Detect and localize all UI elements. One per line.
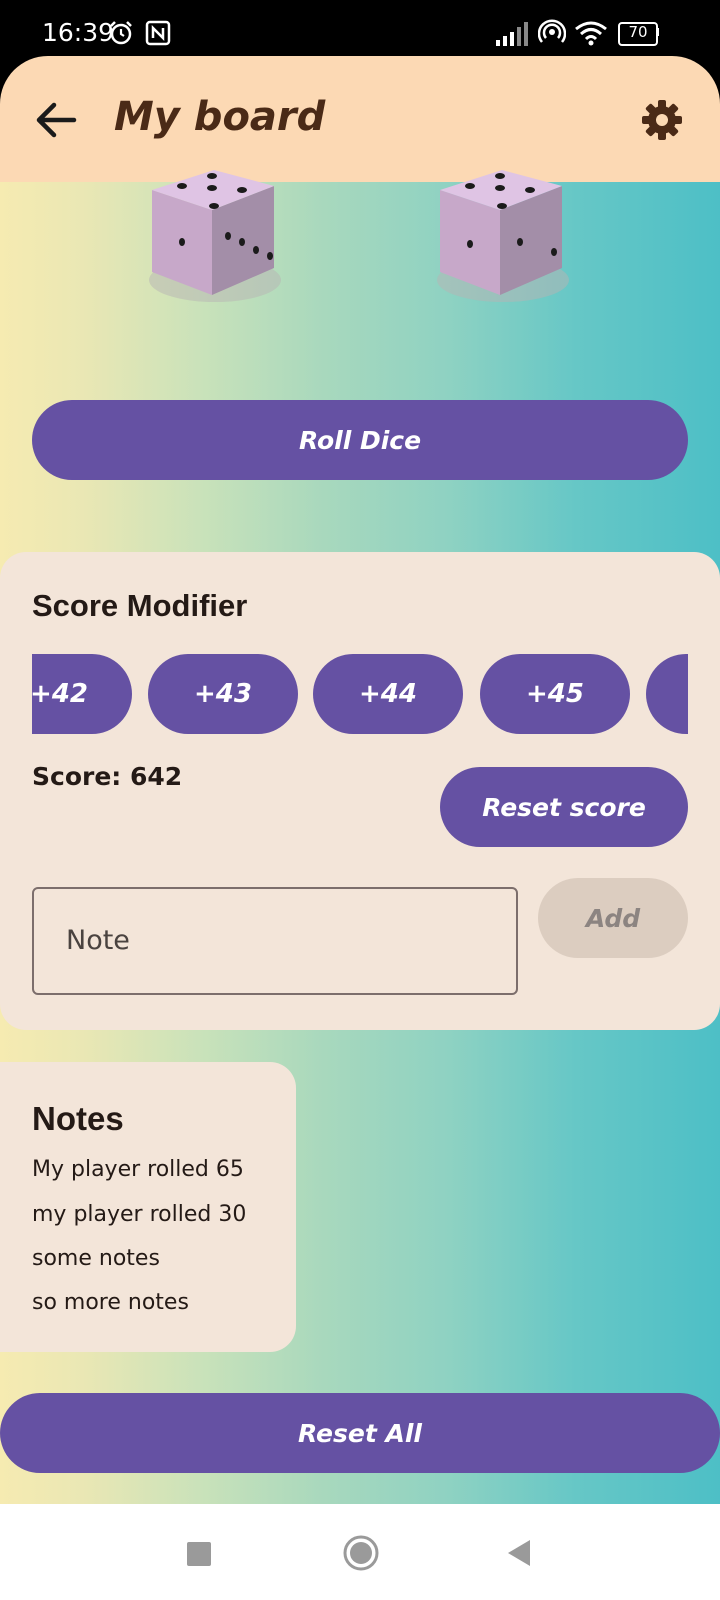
- reset-all-label: Reset All: [298, 1418, 422, 1448]
- arrow-left-icon[interactable]: [30, 94, 82, 146]
- page-title: My board: [114, 94, 326, 140]
- note-item: my player rolled 30: [32, 1202, 247, 1227]
- reset-score-button[interactable]: Reset score: [440, 767, 688, 847]
- status-time: 16:39: [42, 18, 115, 47]
- status-bar: 16:39 70: [0, 0, 720, 62]
- score-modifier-title: Score Modifier: [32, 588, 248, 623]
- notes-title: Notes: [32, 1100, 124, 1137]
- signal-icon: [496, 22, 528, 46]
- hotspot-icon: [538, 19, 566, 43]
- system-nav-bar: [0, 1504, 720, 1600]
- gear-icon[interactable]: [640, 98, 684, 142]
- modifier-chip[interactable]: [646, 654, 688, 734]
- home-icon[interactable]: [342, 1534, 380, 1572]
- modifier-chip-strip[interactable]: +42 +43 +44 +45: [32, 654, 688, 734]
- note-input[interactable]: Note: [32, 887, 518, 995]
- reset-all-button[interactable]: Reset All: [0, 1393, 720, 1473]
- roll-dice-button[interactable]: Roll Dice: [32, 400, 688, 480]
- die-right[interactable]: [428, 170, 578, 315]
- app-bar: [0, 56, 720, 182]
- note-placeholder: Note: [66, 925, 130, 956]
- note-item: so more notes: [32, 1290, 189, 1315]
- alarm-icon: [110, 21, 132, 45]
- reset-score-label: Reset score: [482, 792, 646, 822]
- add-note-button[interactable]: Add: [538, 878, 688, 958]
- back-nav-icon[interactable]: [504, 1538, 532, 1568]
- nfc-icon: [145, 20, 171, 46]
- modifier-chip[interactable]: +42: [32, 654, 132, 734]
- modifier-chip[interactable]: +45: [480, 654, 630, 734]
- modifier-chip[interactable]: +44: [313, 654, 463, 734]
- recents-icon[interactable]: [187, 1542, 211, 1566]
- modifier-chip[interactable]: +43: [148, 654, 298, 734]
- note-item: some notes: [32, 1246, 160, 1271]
- roll-dice-label: Roll Dice: [298, 425, 422, 455]
- die-left[interactable]: [140, 170, 290, 315]
- battery-level: 70: [628, 23, 648, 41]
- note-item: My player rolled 65: [32, 1157, 244, 1182]
- add-note-label: Add: [585, 903, 641, 933]
- score-value: Score: 642: [32, 762, 183, 791]
- wifi-icon: [575, 21, 607, 46]
- battery-tip: [656, 28, 659, 36]
